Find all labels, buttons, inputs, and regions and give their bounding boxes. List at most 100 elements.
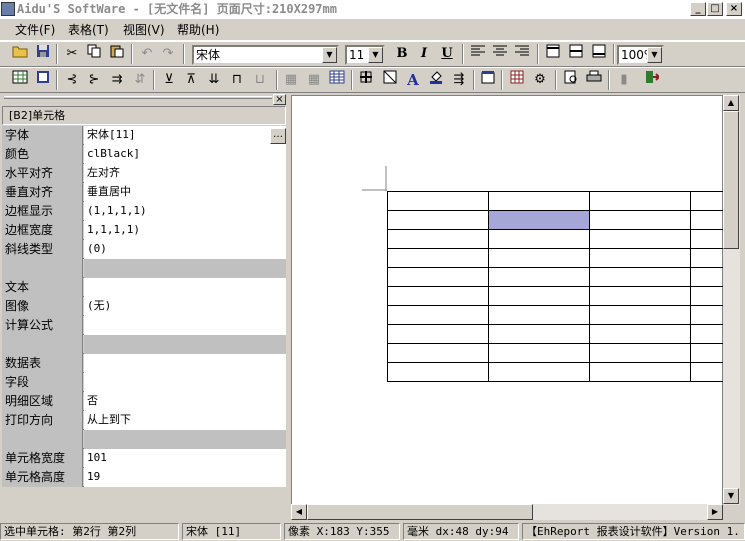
align-left-icon[interactable] [468,44,488,64]
menu-table[interactable]: 表格(T) [62,22,115,38]
open-icon[interactable] [10,44,30,64]
property-row[interactable]: 字段 [2,373,286,392]
close-button[interactable]: × [726,2,742,16]
align-center-icon[interactable] [490,44,510,64]
property-row[interactable]: 边框显示 (1,1,1,1) [2,202,286,221]
property-value[interactable]: (1,1,1,1) [84,202,286,221]
underline-button[interactable]: U [437,44,457,64]
undo-icon[interactable]: ↶ [137,44,157,64]
settings-icon[interactable]: ⚙ [530,70,550,90]
cut-icon[interactable]: ✂ [62,44,82,64]
property-value[interactable]: 1,1,1,1) [84,221,286,240]
scroll-down-icon[interactable]: ▼ [723,488,739,504]
property-row[interactable]: 水平对齐 左对齐 [2,164,286,183]
redo-icon[interactable]: ↷ [158,44,178,64]
italic-button[interactable]: I [414,44,434,64]
maximize-button[interactable]: □ [707,2,723,16]
grid-color-icon[interactable] [10,70,30,90]
report-grid[interactable] [292,96,724,506]
menu-file[interactable]: 文件(F) [9,22,61,38]
property-value[interactable]: (无) [84,297,286,316]
vertical-scroll-thumb[interactable] [723,111,739,249]
zoom-select[interactable]: 100% ▼ [617,45,664,65]
property-row[interactable]: 边框宽度 1,1,1,1) [2,221,286,240]
property-row[interactable]: 单元格高度 19 [2,468,286,487]
append-col-icon[interactable]: ⊱ [84,70,104,90]
property-value[interactable]: 101 [84,449,286,468]
fill-color-icon[interactable] [426,70,446,90]
book-icon[interactable]: ▮ [614,70,634,90]
property-value[interactable] [84,259,286,278]
merge-cells-icon[interactable]: ▦ [281,70,301,90]
property-value[interactable]: 否 [84,392,286,411]
vertical-scrollbar[interactable]: ▲ ▼ [723,95,740,505]
delete-row-icon[interactable]: ⊔ [250,70,270,90]
font-color-icon[interactable]: A [403,70,423,90]
diagonal-icon[interactable] [380,70,400,90]
property-value[interactable] [84,335,286,354]
print-icon[interactable] [584,70,604,90]
append-row-icon[interactable]: ⊼ [181,70,201,90]
font-name-select[interactable]: 宋体 ▼ [192,45,339,65]
scroll-up-icon[interactable]: ▲ [723,95,739,111]
split-cells-icon[interactable]: ▦ [304,70,324,90]
property-value[interactable]: clBlack] [84,145,286,164]
property-value[interactable] [84,278,286,297]
horizontal-scroll-thumb[interactable] [307,504,533,520]
minimize-button[interactable]: _ [690,2,706,16]
property-value[interactable]: 从上到下 [84,411,286,430]
font-ellipsis-button[interactable]: … [270,128,286,144]
property-value[interactable] [84,373,286,392]
property-value[interactable] [84,354,286,373]
property-row[interactable]: 文本 [2,278,286,297]
property-value[interactable]: 左对齐 [84,164,286,183]
move-row-icon[interactable]: ⇊ [204,70,224,90]
scroll-left-icon[interactable]: ◀ [291,504,307,520]
move-col-icon[interactable]: ⇉ [107,70,127,90]
property-row[interactable]: 字体 宋体[11] [2,126,286,145]
bold-button[interactable]: B [392,44,412,64]
report-canvas[interactable] [291,95,724,506]
copy-icon[interactable] [84,44,104,64]
property-value[interactable]: 19 [84,468,286,487]
form-icon[interactable] [33,70,53,90]
border-icon[interactable] [356,70,376,90]
align-right-icon[interactable] [512,44,532,64]
insert-col-icon[interactable]: ⊰ [62,70,82,90]
row-height-icon[interactable]: ⊓ [227,70,247,90]
format-icon[interactable]: ⇶ [449,70,469,90]
menu-view[interactable]: 视图(V) [117,22,171,38]
scroll-right-icon[interactable]: ▶ [707,504,723,520]
panel-grip[interactable] [4,96,272,99]
valign-top-icon[interactable] [543,44,563,64]
chevron-down-icon[interactable]: ▼ [368,47,383,63]
insert-row-icon[interactable]: ⊻ [159,70,179,90]
delete-col-icon[interactable]: ⇵ [130,70,150,90]
property-row[interactable]: 打印方向 从上到下 [2,411,286,430]
property-value[interactable]: 垂直居中 [84,183,286,202]
property-row[interactable] [2,430,286,449]
print-preview-icon[interactable] [561,70,581,90]
property-row[interactable]: 斜线类型 (0) [2,240,286,259]
property-value[interactable] [84,316,286,335]
exit-icon[interactable] [642,70,662,90]
property-row[interactable]: 垂直对齐 垂直居中 [2,183,286,202]
property-row[interactable] [2,335,286,354]
chevron-down-icon[interactable]: ▼ [322,47,337,63]
property-value[interactable] [84,430,286,449]
property-row[interactable] [2,259,286,278]
font-size-select[interactable]: 11 ▼ [345,45,385,65]
paste-icon[interactable] [107,44,127,64]
property-row[interactable]: 单元格宽度 101 [2,449,286,468]
valign-bottom-icon[interactable] [589,44,609,64]
property-row[interactable]: 图像 (无) [2,297,286,316]
property-row[interactable]: 颜色 clBlack] [2,145,286,164]
property-row[interactable]: 数据表 [2,354,286,373]
properties-icon[interactable] [478,70,498,90]
report-grid-icon[interactable] [507,70,527,90]
panel-close-button[interactable]: × [273,94,286,105]
property-value[interactable]: (0) [84,240,286,259]
save-icon[interactable] [33,44,53,64]
property-row[interactable]: 明细区域否 [2,392,286,411]
horizontal-scrollbar[interactable]: ◀ ▶ [291,504,723,520]
